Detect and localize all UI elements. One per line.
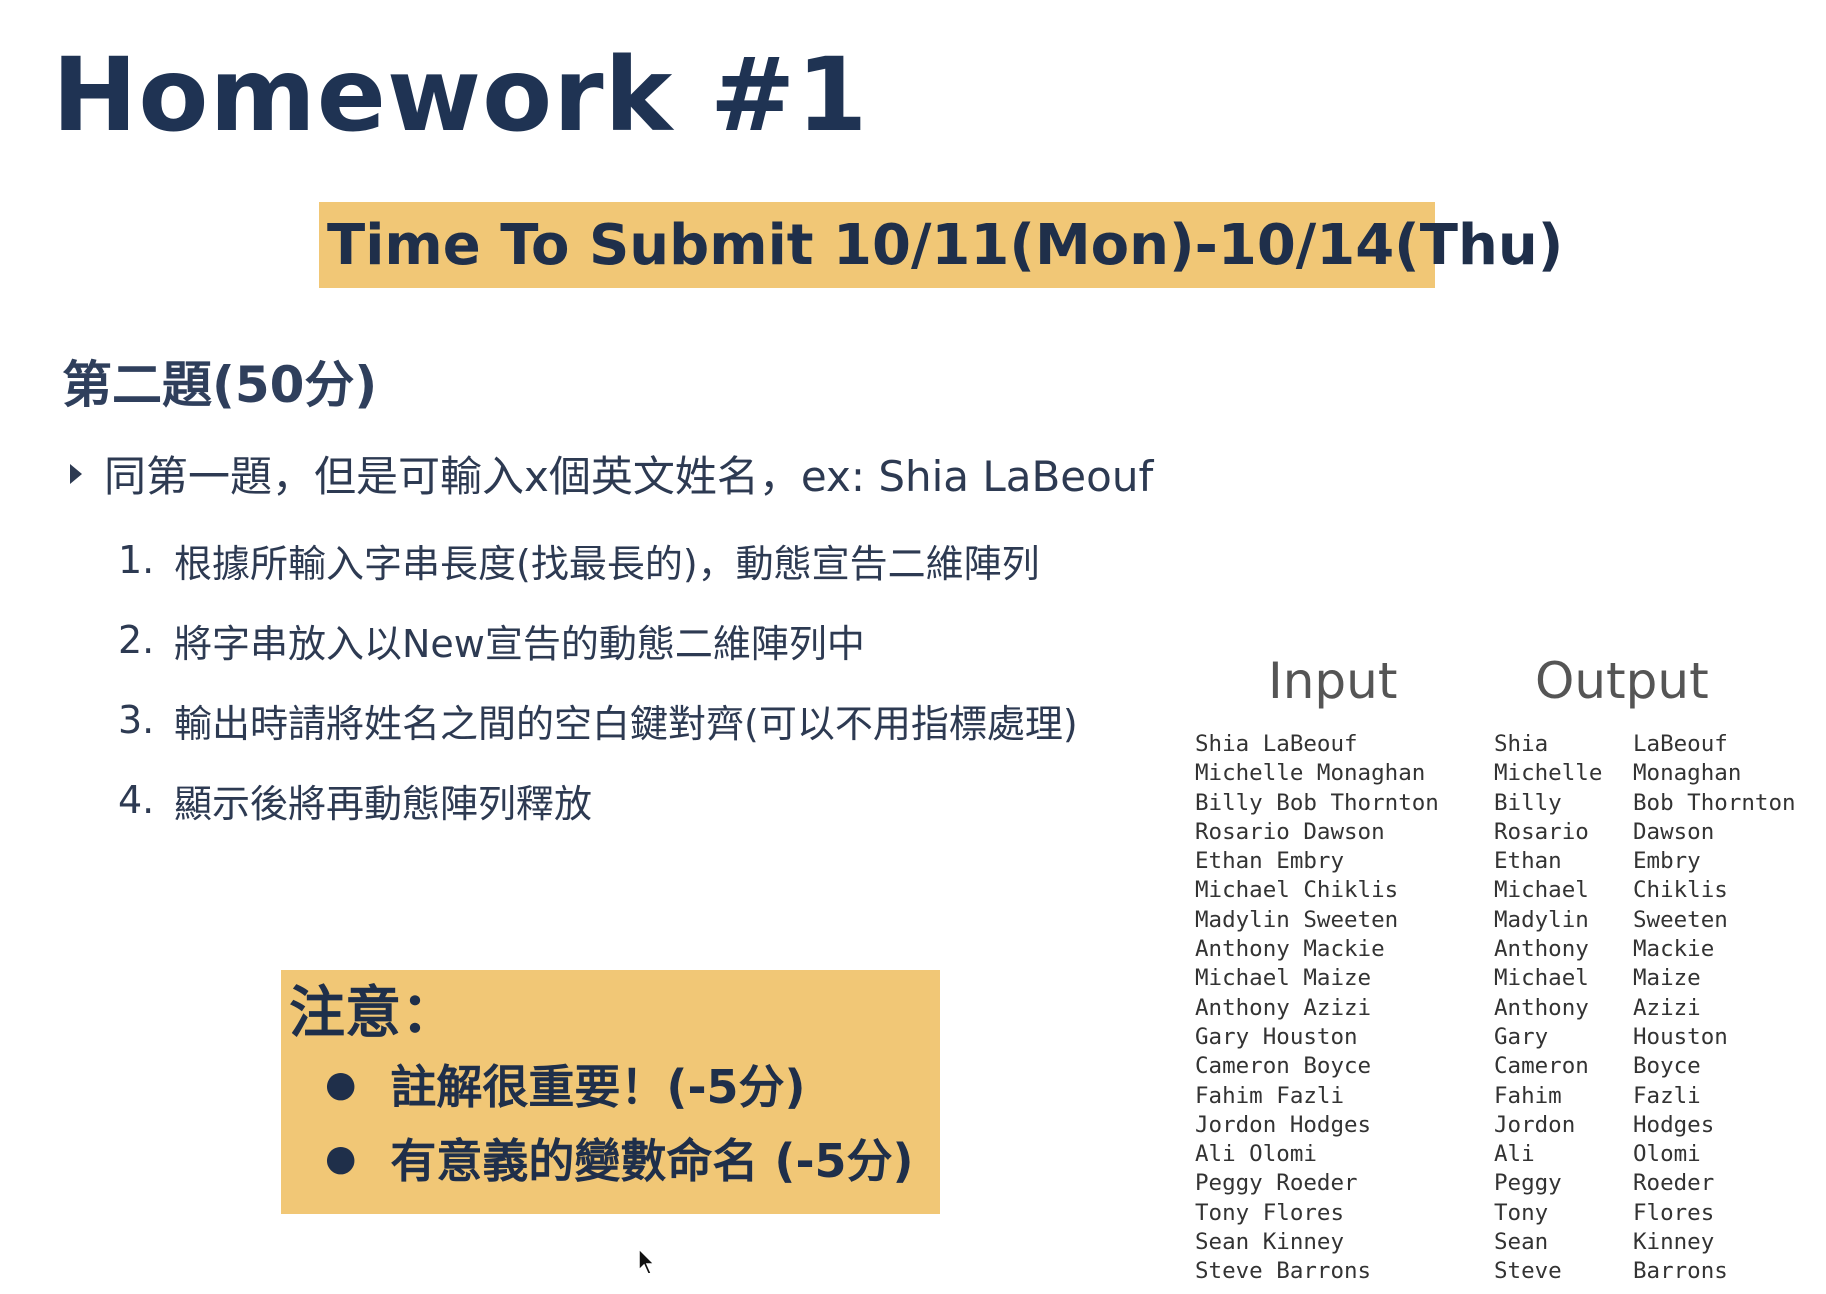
output-first-name: Fahim	[1494, 1082, 1562, 1109]
note-item-text: 註解很重要！(-5分)	[390, 1060, 806, 1115]
input-name-row: Anthony Mackie	[1195, 936, 1385, 963]
question-bullet: 同第一題，但是可輸入x個英文姓名，ex: Shia LaBeouf	[70, 443, 1153, 504]
input-name-row: Michael Maize	[1195, 965, 1372, 992]
output-first-name: Ali	[1494, 1141, 1535, 1168]
output-last-name: Barrons	[1633, 1258, 1728, 1285]
input-name-row: Michael Chiklis	[1195, 877, 1399, 904]
input-name-row: Michelle Monaghan	[1195, 760, 1426, 787]
list-item: 3. 輸出時請將姓名之間的空白鍵對齊(可以不用指標處理)	[118, 680, 1078, 760]
question-bullet-text: 同第一題，但是可輸入x個英文姓名，ex: Shia LaBeouf	[104, 452, 1154, 501]
input-name-row: Ethan Embry	[1195, 848, 1345, 875]
output-last-name: Roeder	[1633, 1170, 1715, 1197]
output-first-name: Anthony	[1494, 994, 1589, 1021]
output-first-names-list: Shia Michelle Billy Rosario Ethan Michael Mady…	[1494, 730, 1602, 1287]
output-first-name: Michael	[1494, 877, 1589, 904]
step-text: 顯示後將再動態陣列釋放	[174, 781, 593, 826]
input-name-row: Fahim Fazli	[1195, 1082, 1345, 1109]
submit-banner-text: Time To Submit 10/11(Mon)-10/14(Thu)	[327, 212, 1564, 278]
input-name-row: Billy Bob Thornton	[1195, 789, 1439, 816]
note-item: ● 註解很重要！(-5分)	[325, 1047, 940, 1121]
step-text: 將字串放入以New宣告的動態二維陣列中	[174, 621, 865, 666]
output-last-name: Maize	[1633, 965, 1701, 992]
output-first-name: Billy	[1494, 789, 1562, 816]
output-first-name: Steve	[1494, 1258, 1562, 1285]
list-item: 4. 顯示後將再動態陣列釋放	[118, 760, 1078, 840]
output-last-name: Olomi	[1633, 1141, 1701, 1168]
step-number: 4.	[118, 778, 155, 822]
output-first-name: Shia	[1494, 731, 1549, 757]
input-name-row: Cameron Boyce	[1195, 1053, 1372, 1080]
step-number: 1.	[118, 538, 155, 582]
output-last-name: Sweeten	[1633, 906, 1728, 933]
output-last-name: Kinney	[1633, 1229, 1715, 1256]
output-first-name: Peggy	[1494, 1170, 1562, 1197]
output-first-name: Ethan	[1494, 848, 1562, 875]
input-name-row: Sean Kinney	[1195, 1229, 1345, 1256]
output-last-name: Dawson	[1633, 818, 1715, 845]
output-last-name: Houston	[1633, 1023, 1728, 1050]
input-name-row: Anthony Azizi	[1195, 994, 1372, 1021]
output-last-name: Hodges	[1633, 1111, 1715, 1138]
input-name-row: Ali Olomi	[1195, 1141, 1317, 1168]
output-last-name: Bob Thornton	[1633, 789, 1796, 816]
input-name-row: Gary Houston	[1195, 1023, 1358, 1050]
output-first-name: Anthony	[1494, 936, 1589, 963]
output-last-name: Fazli	[1633, 1082, 1701, 1109]
output-first-name: Tony	[1494, 1199, 1549, 1226]
page-title: Homework #1	[52, 36, 869, 155]
input-name-row: Peggy Roeder	[1195, 1170, 1358, 1197]
note-title: 注意：	[289, 981, 457, 1046]
input-name-row: Steve Barrons	[1195, 1258, 1372, 1285]
output-first-name: Gary	[1494, 1023, 1549, 1050]
bullet-dot-icon: ●	[325, 1063, 357, 1105]
output-last-names-list: LaBeouf Monaghan Bob Thornton Dawson Embry Ch…	[1633, 730, 1796, 1287]
output-header: Output	[1535, 652, 1709, 710]
step-text: 根據所輸入字串長度(找最長的)，動態宣告二維陣列	[174, 541, 1040, 586]
output-first-name: Cameron	[1494, 1053, 1589, 1080]
note-box: 注意： ● 註解很重要！(-5分) ● 有意義的變數命名 (-5分)	[281, 970, 940, 1214]
mouse-pointer-icon	[638, 1248, 656, 1275]
input-name-row: Rosario Dawson	[1195, 818, 1385, 845]
triangle-right-icon	[70, 463, 82, 484]
question-title: 第二題(50分)	[62, 356, 378, 414]
list-item: 2. 將字串放入以New宣告的動態二維陣列中	[118, 600, 1078, 680]
output-last-name: LaBeouf	[1633, 731, 1728, 757]
submit-banner: Time To Submit 10/11(Mon)-10/14(Thu)	[319, 202, 1563, 288]
bullet-dot-icon: ●	[325, 1137, 357, 1179]
note-item-text: 有意義的變數命名 (-5分)	[390, 1134, 914, 1189]
output-first-name: Sean	[1494, 1229, 1549, 1256]
step-number: 2.	[118, 618, 155, 662]
output-last-name: Monaghan	[1633, 760, 1742, 787]
input-name-row: Tony Flores	[1195, 1199, 1345, 1226]
steps-list: 1. 根據所輸入字串長度(找最長的)，動態宣告二維陣列 2. 將字串放入以New…	[118, 520, 1078, 840]
output-first-name: Michelle	[1494, 760, 1603, 787]
input-header: Input	[1268, 652, 1398, 710]
output-first-name: Jordon	[1494, 1111, 1576, 1138]
input-name-row: Jordon Hodges	[1195, 1111, 1372, 1138]
output-last-name: Embry	[1633, 848, 1701, 875]
input-name-row: Madylin Sweeten	[1195, 906, 1399, 933]
output-last-name: Boyce	[1633, 1053, 1701, 1080]
step-number: 3.	[118, 698, 155, 742]
output-last-name: Chiklis	[1633, 877, 1728, 904]
output-last-name: Azizi	[1633, 994, 1701, 1021]
input-names-list: Shia LaBeouf Michelle Monaghan Billy Bob T…	[1195, 730, 1439, 1287]
note-item: ● 有意義的變數命名 (-5分)	[325, 1121, 940, 1195]
output-last-name: Mackie	[1633, 936, 1715, 963]
output-first-name: Michael	[1494, 965, 1589, 992]
input-name-row: Shia LaBeouf	[1195, 731, 1358, 757]
output-first-name: Madylin	[1494, 906, 1589, 933]
step-text: 輸出時請將姓名之間的空白鍵對齊(可以不用指標處理)	[174, 701, 1078, 746]
output-last-name: Flores	[1633, 1199, 1715, 1226]
list-item: 1. 根據所輸入字串長度(找最長的)，動態宣告二維陣列	[118, 520, 1078, 600]
output-first-name: Rosario	[1494, 818, 1589, 845]
